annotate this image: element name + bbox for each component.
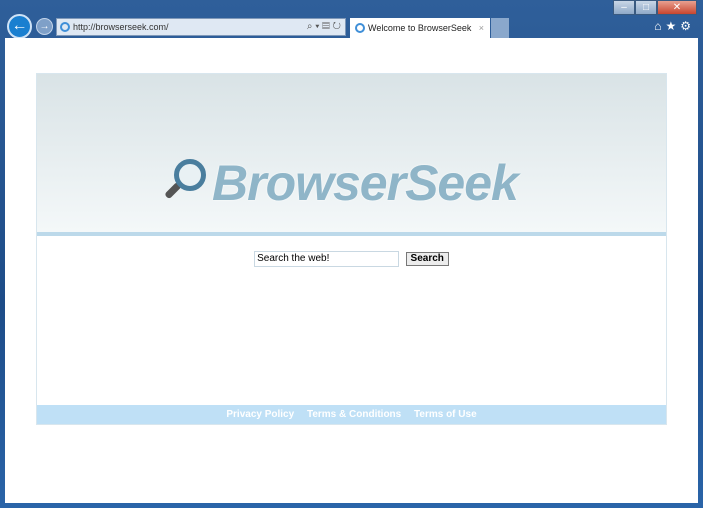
forward-button[interactable]: → [36,18,53,35]
minimize-button[interactable]: – [613,0,635,15]
terms-of-use-link[interactable]: Terms of Use [414,409,477,420]
search-input[interactable] [254,250,400,267]
logo-text: BrowserSeek [212,155,519,211]
terms-conditions-link[interactable]: Terms & Conditions [307,409,401,420]
tab-browserseek[interactable]: Welcome to BrowserSeek × [350,18,490,38]
home-favorites-settings-icons[interactable]: ⌂★⚙ [654,19,695,33]
ie-icon [355,23,365,33]
search-form: Search [37,250,666,268]
tab-title: Welcome to BrowserSeek [368,23,472,33]
maximize-button[interactable]: □ [635,0,657,15]
header-banner: BrowserSeek [37,74,666,236]
url-text: http://browserseek.com/ [73,22,169,32]
back-button[interactable]: ← [7,14,32,39]
magnifier-icon [162,159,210,207]
window-controls: – □ ✕ [613,0,697,15]
privacy-policy-link[interactable]: Privacy Policy [226,409,294,420]
tab-close-icon[interactable]: × [479,18,484,38]
close-button[interactable]: ✕ [657,0,697,15]
search-button[interactable]: Search [405,251,449,266]
ie-icon [60,22,70,32]
address-bar[interactable]: http://browserseek.com/ ⌕ ▾ ▤ ↻ [56,18,346,36]
browser-chrome: – □ ✕ ← → http://browserseek.com/ ⌕ ▾ ▤ … [0,0,703,40]
page-content: BrowserSeek Search Privacy Policy Terms … [5,38,698,503]
main-box: BrowserSeek Search Privacy Policy Terms … [36,73,667,425]
logo: BrowserSeek [162,154,519,212]
footer: Privacy Policy Terms & Conditions Terms … [37,405,666,424]
new-tab-button[interactable] [491,18,509,38]
address-tools-icons[interactable]: ⌕ ▾ ▤ ↻ [307,19,341,35]
